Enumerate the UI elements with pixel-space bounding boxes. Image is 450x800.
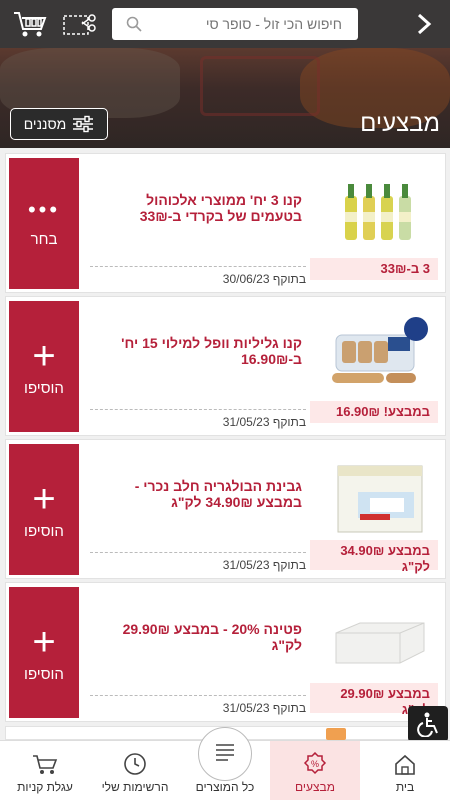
nav-label: הרשימות שלי	[101, 780, 169, 794]
deal-description: קנו 3 יח' ממוצרי אלכוהול בטעמים של בקרדי…	[139, 192, 302, 224]
divider	[90, 409, 306, 410]
valid-until: בתוקף 30/06/23	[222, 272, 306, 286]
nav-label: עגלת קניות	[17, 780, 73, 794]
coupon-scissors-icon	[63, 14, 96, 35]
divider	[90, 266, 306, 267]
action-label: הוסיפו	[24, 666, 64, 683]
choose-button[interactable]: ••• בחר	[9, 158, 79, 289]
shopping-cart-icon	[33, 755, 58, 774]
banner-cart-shape	[200, 56, 320, 116]
valid-until: בתוקף 31/05/23	[222, 558, 306, 572]
catalog-icon	[216, 744, 234, 761]
nav-cart[interactable]: עגלת קניות	[0, 741, 90, 800]
product-image	[324, 601, 436, 681]
action-label: הוסיפו	[24, 523, 64, 540]
add-button[interactable]: + הוסיפו	[9, 301, 79, 432]
deals-banner: מבצעים מסננים	[0, 48, 450, 148]
add-button[interactable]: + הוסיפו	[9, 444, 79, 575]
deal-description: קנו גליליות וופל למילוי 15 יח' ב-16.90₪	[121, 335, 302, 367]
sliders-icon	[73, 115, 94, 133]
plus-icon: +	[32, 477, 56, 521]
deal-description: גבינת הבולגריה חלב נכרי - במבצע 34.90₪ ל…	[134, 478, 302, 510]
search-input[interactable]	[142, 10, 342, 38]
add-button[interactable]: + הוסיפו	[9, 587, 79, 718]
shopping-cart-icon	[14, 12, 47, 37]
bottom-nav: עגלת קניות הרשימות שלי כל המוצרים % מבצע…	[0, 727, 450, 800]
action-label: בחר	[30, 231, 58, 248]
divider	[90, 695, 306, 696]
deal-card[interactable]: ••• בחר קנו 3 יח' ממוצרי אלכוהול בטעמים …	[5, 153, 446, 293]
nav-my-lists[interactable]: הרשימות שלי	[90, 741, 180, 800]
clock-icon	[124, 753, 146, 775]
catalog-button[interactable]	[198, 727, 252, 781]
search-box[interactable]	[112, 8, 358, 40]
deal-description: פטינה 20% - במבצע 29.90₪ לק"ג	[122, 621, 302, 653]
product-image	[324, 458, 436, 538]
price-badge: במבצע! 16.90₪	[310, 401, 438, 423]
nav-home[interactable]: בית	[360, 741, 450, 800]
action-label: הוסיפו	[24, 380, 64, 397]
svg-text:%: %	[311, 759, 319, 769]
filter-label: מסננים	[23, 116, 67, 132]
valid-until: בתוקף 31/05/23	[222, 415, 306, 429]
more-dots-icon: •••	[27, 197, 61, 222]
percent-badge-icon: %	[303, 752, 327, 775]
deal-card[interactable]: + הוסיפו פטינה 20% - במבצע 29.90₪ לק"ג ב…	[5, 582, 446, 722]
price-badge: במבצע 34.90₪ לק"ג	[310, 540, 438, 574]
top-bar	[0, 0, 450, 48]
nav-deals[interactable]: % מבצעים	[270, 741, 360, 800]
divider	[90, 552, 306, 553]
nav-label: כל המוצרים	[195, 780, 255, 794]
plus-icon: +	[32, 334, 56, 378]
price-badge: 3 ב-33₪	[310, 258, 438, 280]
valid-until: בתוקף 31/05/23	[222, 701, 306, 715]
nav-label: בית	[395, 780, 415, 794]
accessibility-button[interactable]	[408, 706, 448, 742]
deal-card[interactable]: + הוסיפו גבינת הבולגריה חלב נכרי - במבצע…	[5, 439, 446, 579]
search-icon	[126, 16, 142, 32]
coupon-button[interactable]	[58, 2, 102, 46]
deal-card[interactable]: + הוסיפו קנו גליליות וופל למילוי 15 יח' …	[5, 296, 446, 436]
page-title: מבצעים	[360, 110, 440, 137]
product-image	[324, 172, 436, 252]
nav-label: מבצעים	[295, 780, 335, 794]
sale-badge-icon	[326, 728, 346, 740]
nav-all-products[interactable]: כל המוצרים	[180, 727, 270, 800]
back-button[interactable]	[406, 6, 442, 42]
filter-button[interactable]: מסננים	[10, 108, 108, 140]
product-image	[324, 315, 436, 395]
wheelchair-icon	[417, 712, 438, 737]
home-icon	[395, 754, 415, 775]
plus-icon: +	[32, 620, 56, 664]
chevron-right-icon	[417, 13, 432, 35]
cart-button[interactable]	[8, 2, 52, 46]
deals-list: ••• בחר קנו 3 יח' ממוצרי אלכוהול בטעמים …	[0, 148, 450, 740]
